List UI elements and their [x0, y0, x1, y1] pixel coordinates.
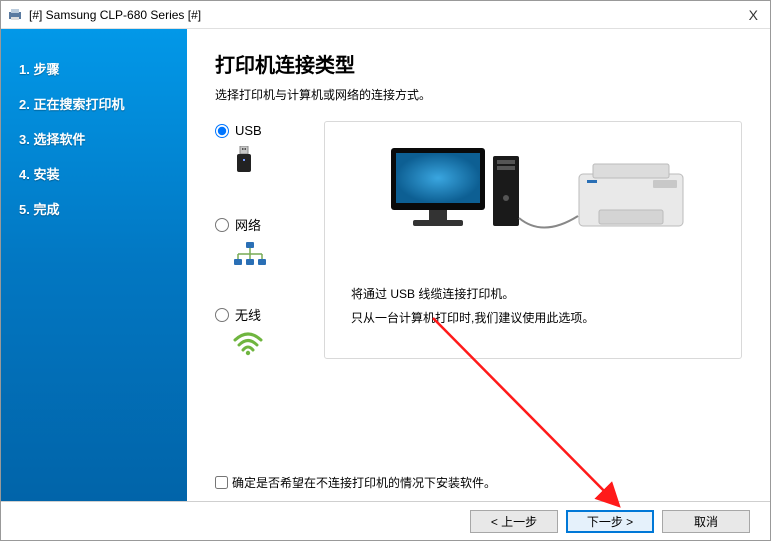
network-icon	[233, 242, 267, 271]
install-without-printer-input[interactable]	[215, 476, 228, 489]
sidebar: 1. 步骤 2. 正在搜索打印机 3. 选择软件 4. 安装 5. 完成	[1, 29, 187, 501]
window-title: [#] Samsung CLP-680 Series [#]	[29, 8, 743, 22]
content-panel: 打印机连接类型 选择打印机与计算机或网络的连接方式。 USB	[187, 29, 770, 501]
sidebar-step-1: 1. 步骤	[1, 51, 187, 86]
title-bar: [#] Samsung CLP-680 Series [#] X	[1, 1, 770, 29]
page-subtitle: 选择打印机与计算机或网络的连接方式。	[215, 86, 742, 103]
back-button[interactable]: < 上一步	[470, 510, 558, 533]
network-label: 网络	[235, 215, 261, 234]
wireless-radio[interactable]	[215, 308, 229, 322]
next-button[interactable]: 下一步 >	[566, 510, 654, 533]
option-usb[interactable]: USB	[215, 123, 310, 181]
network-radio[interactable]	[215, 218, 229, 232]
page-title: 打印机连接类型	[215, 49, 742, 78]
sidebar-step-5: 5. 完成	[1, 191, 187, 226]
usb-icon	[233, 146, 255, 181]
sidebar-step-4: 4. 安装	[1, 156, 187, 191]
usb-radio[interactable]	[215, 124, 229, 138]
description-line-2: 只从一台计算机打印时,我们建议使用此选项。	[351, 306, 725, 330]
connection-illustration	[341, 138, 725, 258]
sidebar-step-3: 3. 选择软件	[1, 121, 187, 156]
app-icon	[7, 7, 23, 23]
main-area: 1. 步骤 2. 正在搜索打印机 3. 选择软件 4. 安装 5. 完成 打印机…	[1, 29, 770, 501]
usb-label: USB	[235, 123, 262, 138]
close-icon[interactable]: X	[743, 7, 764, 23]
wireless-label: 无线	[235, 305, 261, 324]
install-without-printer-label: 确定是否希望在不连接打印机的情况下安装软件。	[232, 474, 496, 491]
option-network[interactable]: 网络	[215, 215, 310, 271]
cancel-button[interactable]: 取消	[662, 510, 750, 533]
wifi-icon	[233, 332, 263, 359]
sidebar-step-2: 2. 正在搜索打印机	[1, 86, 187, 121]
option-wireless[interactable]: 无线	[215, 305, 310, 359]
connection-options: USB 网络	[215, 121, 310, 359]
description-box: 将通过 USB 线缆连接打印机。 只从一台计算机打印时,我们建议使用此选项。	[324, 121, 742, 359]
install-without-printer-checkbox[interactable]: 确定是否希望在不连接打印机的情况下安装软件。	[215, 456, 742, 491]
footer-bar: < 上一步 下一步 > 取消	[1, 501, 770, 541]
description-line-1: 将通过 USB 线缆连接打印机。	[351, 282, 725, 306]
